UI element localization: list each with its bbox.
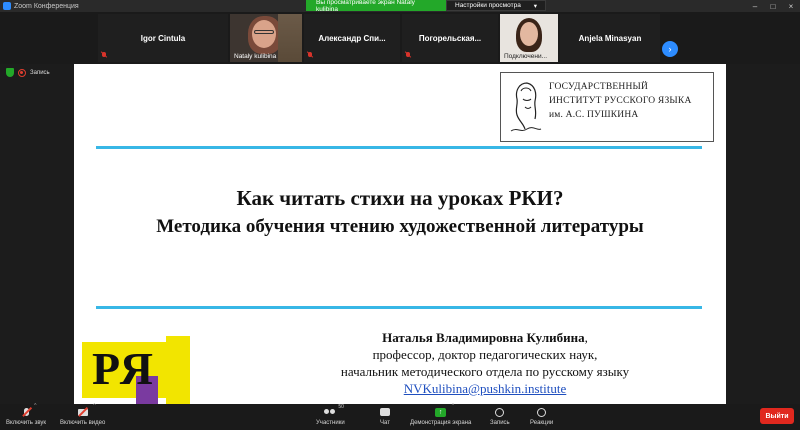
institute-logo: ГОСУДАРСТВЕННЫЙ ИНСТИТУТ РУССКОГО ЯЗЫКА … bbox=[500, 72, 714, 142]
record-icon-wrap bbox=[495, 406, 505, 418]
pushkin-portrait-icon bbox=[510, 82, 542, 132]
divider-line bbox=[96, 306, 702, 309]
chevron-right-icon[interactable]: › bbox=[662, 41, 678, 57]
participants-icon bbox=[324, 408, 336, 416]
participants-button[interactable]: 50 Участники bbox=[316, 404, 345, 426]
shared-screen-slide: ГОСУДАРСТВЕННЫЙ ИНСТИТУТ РУССКОГО ЯЗЫКА … bbox=[74, 64, 726, 404]
institute-name-line: им. А.С. ПУШКИНА bbox=[549, 110, 639, 120]
zoom-window: Zoom Конференция – □ × Вы просматриваете… bbox=[0, 0, 800, 430]
muted-mic-icon bbox=[307, 52, 313, 59]
chat-icon bbox=[380, 408, 390, 416]
mic-icon-wrap: ^ bbox=[21, 403, 37, 418]
chevron-up-icon[interactable]: ^ bbox=[93, 403, 95, 409]
author-name-line: Наталья Владимировна Кулибина, bbox=[244, 329, 726, 346]
record-label: Запись bbox=[490, 420, 510, 426]
reactions-button[interactable]: Реакции bbox=[530, 406, 553, 426]
chevron-down-icon: ▾ bbox=[533, 2, 537, 10]
window-title: Zoom Конференция bbox=[14, 2, 79, 10]
leave-meeting-button[interactable]: Выйти bbox=[760, 408, 794, 424]
chat-icon-wrap bbox=[380, 406, 390, 418]
author-name: Наталья Владимировна Кулибина bbox=[382, 330, 585, 345]
institute-name-line: ИНСТИТУТ РУССКОГО ЯЗЫКА bbox=[549, 96, 692, 106]
muted-mic-icon bbox=[405, 52, 411, 59]
recording-label: Запись bbox=[30, 69, 50, 76]
participant-name: Александр Спи... bbox=[318, 33, 386, 43]
divider-line bbox=[96, 146, 702, 149]
window-controls: – □ × bbox=[746, 0, 800, 12]
participant-video-face bbox=[520, 22, 538, 46]
participants-count: 50 bbox=[338, 404, 344, 410]
chat-button[interactable]: Чат bbox=[380, 406, 390, 426]
unmute-button[interactable]: ^ Включить звук bbox=[6, 403, 47, 426]
muted-mic-icon bbox=[101, 52, 107, 59]
participant-name: Подключени... bbox=[504, 53, 548, 60]
share-icon-wrap: ↑ ^ bbox=[435, 403, 454, 418]
view-options-label: Настройки просмотра bbox=[455, 2, 521, 9]
start-video-button[interactable]: ^ Включить видео bbox=[60, 403, 106, 426]
record-icon bbox=[495, 407, 505, 417]
participant-name: Nataly kulibina bbox=[234, 53, 277, 60]
viewing-share-status: Вы просматриваете экран Nataly kulibina bbox=[306, 0, 446, 13]
author-block: Наталья Владимировна Кулибина, профессор… bbox=[74, 329, 726, 397]
share-banner: Вы просматриваете экран Nataly kulibina … bbox=[306, 0, 546, 13]
participant-name: Погорельская... bbox=[418, 33, 482, 43]
author-email-link[interactable]: NVKulibina@pushkin.institute bbox=[244, 380, 726, 397]
chevron-up-icon[interactable]: ^ bbox=[34, 403, 36, 409]
author-name-comma: , bbox=[584, 330, 588, 345]
institute-name-line: ГОСУДАРСТВЕННЫЙ bbox=[549, 82, 649, 92]
share-screen-label: Демонстрация экрана bbox=[410, 420, 472, 426]
zoom-logo-icon bbox=[3, 2, 11, 10]
participants-icon-wrap: 50 bbox=[324, 404, 344, 418]
meeting-toolbar: ^ Включить звук ^ Включить видео 50 Учас… bbox=[0, 403, 800, 430]
slide-subtitle: Методика обучения чтению художественной … bbox=[156, 216, 644, 237]
author-title: профессор, доктор педагогических наук, bbox=[372, 347, 598, 362]
participant-tile[interactable]: Anjela Minasyan bbox=[560, 14, 660, 62]
participant-tile[interactable]: Александр Спи... bbox=[304, 14, 400, 62]
background-bookshelf bbox=[278, 14, 302, 62]
participant-video-face bbox=[252, 20, 276, 48]
start-video-label: Включить видео bbox=[60, 420, 106, 426]
close-button[interactable]: × bbox=[782, 0, 800, 12]
camera-icon-wrap: ^ bbox=[77, 403, 96, 418]
reactions-label: Реакции bbox=[530, 420, 554, 426]
view-options-button[interactable]: Настройки просмотра ▾ bbox=[446, 0, 546, 11]
institute-name: ГОСУДАРСТВЕННЫЙ ИНСТИТУТ РУССКОГО ЯЗЫКА … bbox=[549, 80, 692, 122]
chevron-up-icon[interactable]: ^ bbox=[452, 403, 454, 409]
share-screen-button[interactable]: ↑ ^ Демонстрация экрана bbox=[410, 403, 472, 426]
participant-strip: Igor Cintula Nataly kulibina Александр С… bbox=[0, 12, 800, 64]
participant-video-tile[interactable]: Подключени... bbox=[500, 14, 558, 62]
shield-icon[interactable] bbox=[6, 68, 14, 77]
participant-name: Anjela Minasyan bbox=[578, 33, 642, 43]
recording-icon bbox=[18, 68, 26, 77]
slide-title: Как читать стихи на уроках РКИ? bbox=[236, 186, 564, 210]
meeting-indicators: Запись bbox=[6, 68, 50, 77]
unmute-label: Включить звук bbox=[6, 420, 47, 426]
glasses-shape bbox=[254, 30, 274, 34]
reactions-icon-wrap bbox=[537, 406, 547, 418]
participant-tile[interactable]: Igor Cintula bbox=[98, 14, 228, 62]
participant-tile[interactable]: Погорельская... bbox=[402, 14, 498, 62]
share-screen-icon: ↑ bbox=[435, 407, 447, 417]
record-button[interactable]: Запись bbox=[490, 406, 510, 426]
smiley-icon bbox=[537, 407, 547, 417]
participant-name: Igor Cintula bbox=[140, 33, 186, 43]
participant-video-tile[interactable]: Nataly kulibina bbox=[230, 14, 302, 62]
chat-label: Чат bbox=[380, 420, 390, 426]
maximize-button[interactable]: □ bbox=[764, 0, 782, 12]
author-position: начальник методического отдела по русско… bbox=[340, 364, 630, 379]
minimize-button[interactable]: – bbox=[746, 0, 764, 12]
participants-label: Участники bbox=[316, 420, 345, 426]
